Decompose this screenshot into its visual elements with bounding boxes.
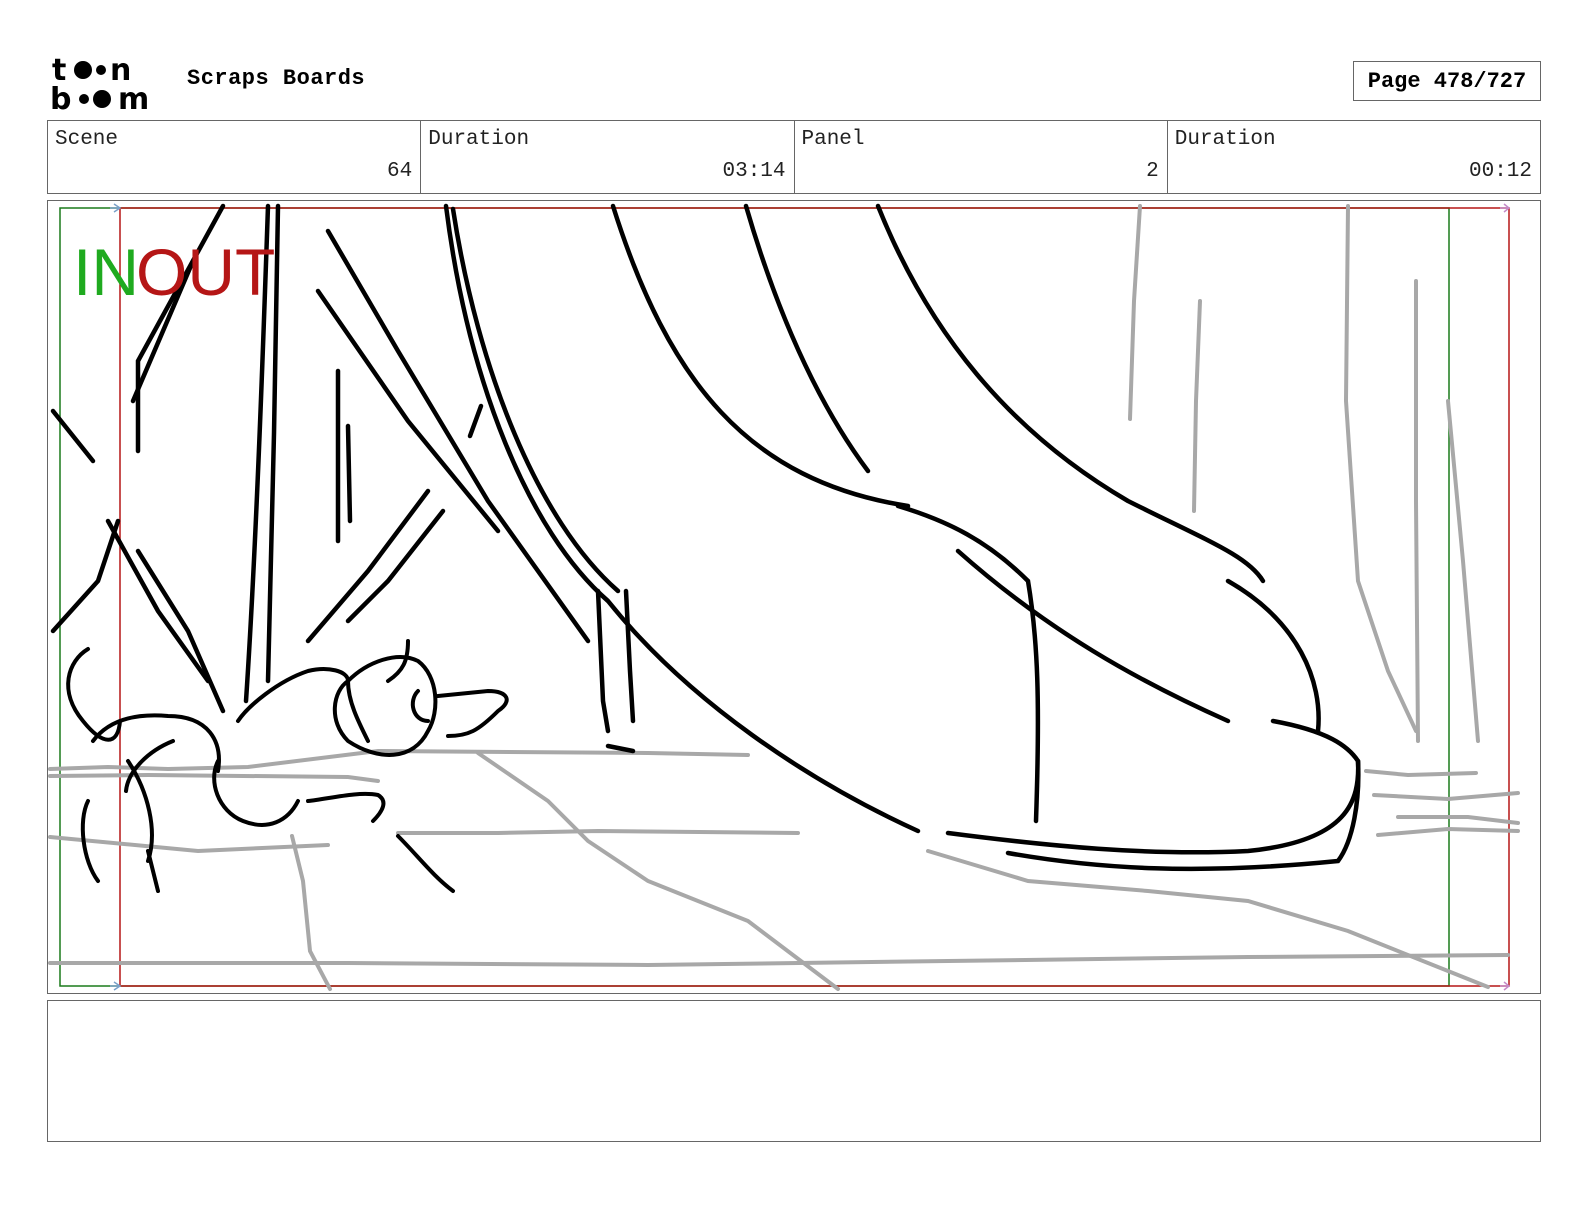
arrow-right-icon <box>1500 203 1511 213</box>
page-indicator: Page 478/727 <box>1353 61 1541 101</box>
out-camera-frame <box>119 207 1510 987</box>
panel-value: 2 <box>1146 160 1159 183</box>
panel-info-row: Scene 64 Duration 03:14 Panel 2 Duration… <box>47 120 1541 194</box>
arrow-right-icon <box>110 981 122 991</box>
scene-label: Scene <box>55 128 119 151</box>
scene-value: 64 <box>387 160 413 183</box>
panel-notes-box <box>47 1000 1541 1142</box>
panel-duration-cell: Duration 00:12 <box>1168 121 1540 193</box>
panel-duration-value: 00:12 <box>1468 160 1532 183</box>
out-marker: OUT <box>136 235 275 309</box>
panel-cell: Panel 2 <box>795 121 1168 193</box>
svg-text:m: m <box>118 82 149 112</box>
panel-sketch: IN OUT <box>48 203 1520 991</box>
toonboom-logo: t n b m <box>50 53 149 112</box>
panel-duration-label: Duration <box>1174 128 1276 151</box>
panel-label: Panel <box>801 128 865 151</box>
in-marker: IN <box>73 235 139 309</box>
page-label: Page 478/727 <box>1367 68 1527 94</box>
arrow-right-icon <box>1500 981 1511 991</box>
scene-duration-label: Duration <box>428 128 530 151</box>
scene-duration-value: 03:14 <box>722 160 786 183</box>
storyboard-panel: IN OUT <box>47 200 1541 994</box>
svg-text:b: b <box>50 82 71 112</box>
project-title: Scraps Boards <box>187 66 366 91</box>
arrow-right-icon <box>110 203 122 213</box>
scene-duration-cell: Duration 03:14 <box>421 121 795 193</box>
scene-cell: Scene 64 <box>48 121 422 193</box>
